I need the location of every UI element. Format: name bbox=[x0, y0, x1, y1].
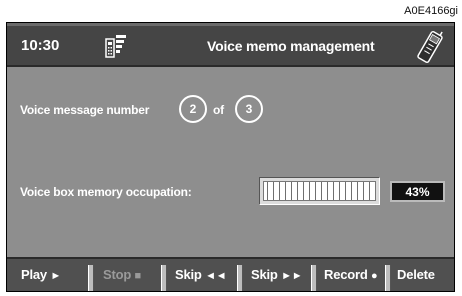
memory-occupation-percent: 43% bbox=[390, 181, 445, 202]
softkey-separator bbox=[385, 265, 391, 291]
memory-occupation-label: Voice box memory occupation: bbox=[20, 185, 192, 199]
phone-signal-icon bbox=[105, 33, 127, 64]
softkey-separator bbox=[311, 265, 317, 291]
current-message-number: 2 bbox=[179, 95, 207, 123]
softkey-separator bbox=[88, 265, 94, 291]
header-bar: 10:30 Voice memo management bbox=[7, 23, 454, 67]
softkey-separator bbox=[237, 265, 243, 291]
skip-forward-button[interactable]: Skip ►► bbox=[251, 267, 303, 282]
stop-button[interactable]: Stop ■ bbox=[103, 267, 141, 282]
of-label: of bbox=[213, 103, 224, 117]
delete-label: Delete bbox=[397, 267, 435, 282]
skip-forward-icon: ►► bbox=[281, 270, 303, 282]
voice-message-number-label: Voice message number bbox=[20, 103, 150, 117]
record-icon: ● bbox=[371, 270, 378, 282]
memory-occupation-meter bbox=[259, 177, 380, 205]
play-button[interactable]: Play ► bbox=[21, 267, 61, 282]
softkey-bar: Play ► Stop ■ Skip ◄◄ Skip ►► Record ● D… bbox=[7, 257, 454, 291]
figure-reference-code: A0E4166gi bbox=[404, 5, 458, 17]
mobile-phone-icon bbox=[417, 28, 443, 71]
stop-label: Stop bbox=[103, 267, 132, 282]
skip-back-label: Skip bbox=[175, 267, 202, 282]
delete-button[interactable]: Delete bbox=[397, 267, 435, 282]
memory-meter-segments bbox=[263, 181, 376, 201]
page-title: Voice memo management bbox=[207, 38, 375, 54]
display-screen: 10:30 Voice memo management Voice messag… bbox=[6, 22, 455, 292]
stop-icon: ■ bbox=[134, 270, 142, 282]
record-label: Record bbox=[324, 267, 368, 282]
skip-forward-label: Skip bbox=[251, 267, 278, 282]
play-icon: ► bbox=[50, 270, 62, 282]
clock-time: 10:30 bbox=[21, 37, 60, 54]
softkey-separator bbox=[161, 265, 167, 291]
play-label: Play bbox=[21, 267, 47, 282]
skip-back-icon: ◄◄ bbox=[205, 270, 227, 282]
record-button[interactable]: Record ● bbox=[324, 267, 378, 282]
total-message-count: 3 bbox=[235, 95, 263, 123]
skip-back-button[interactable]: Skip ◄◄ bbox=[175, 267, 227, 282]
